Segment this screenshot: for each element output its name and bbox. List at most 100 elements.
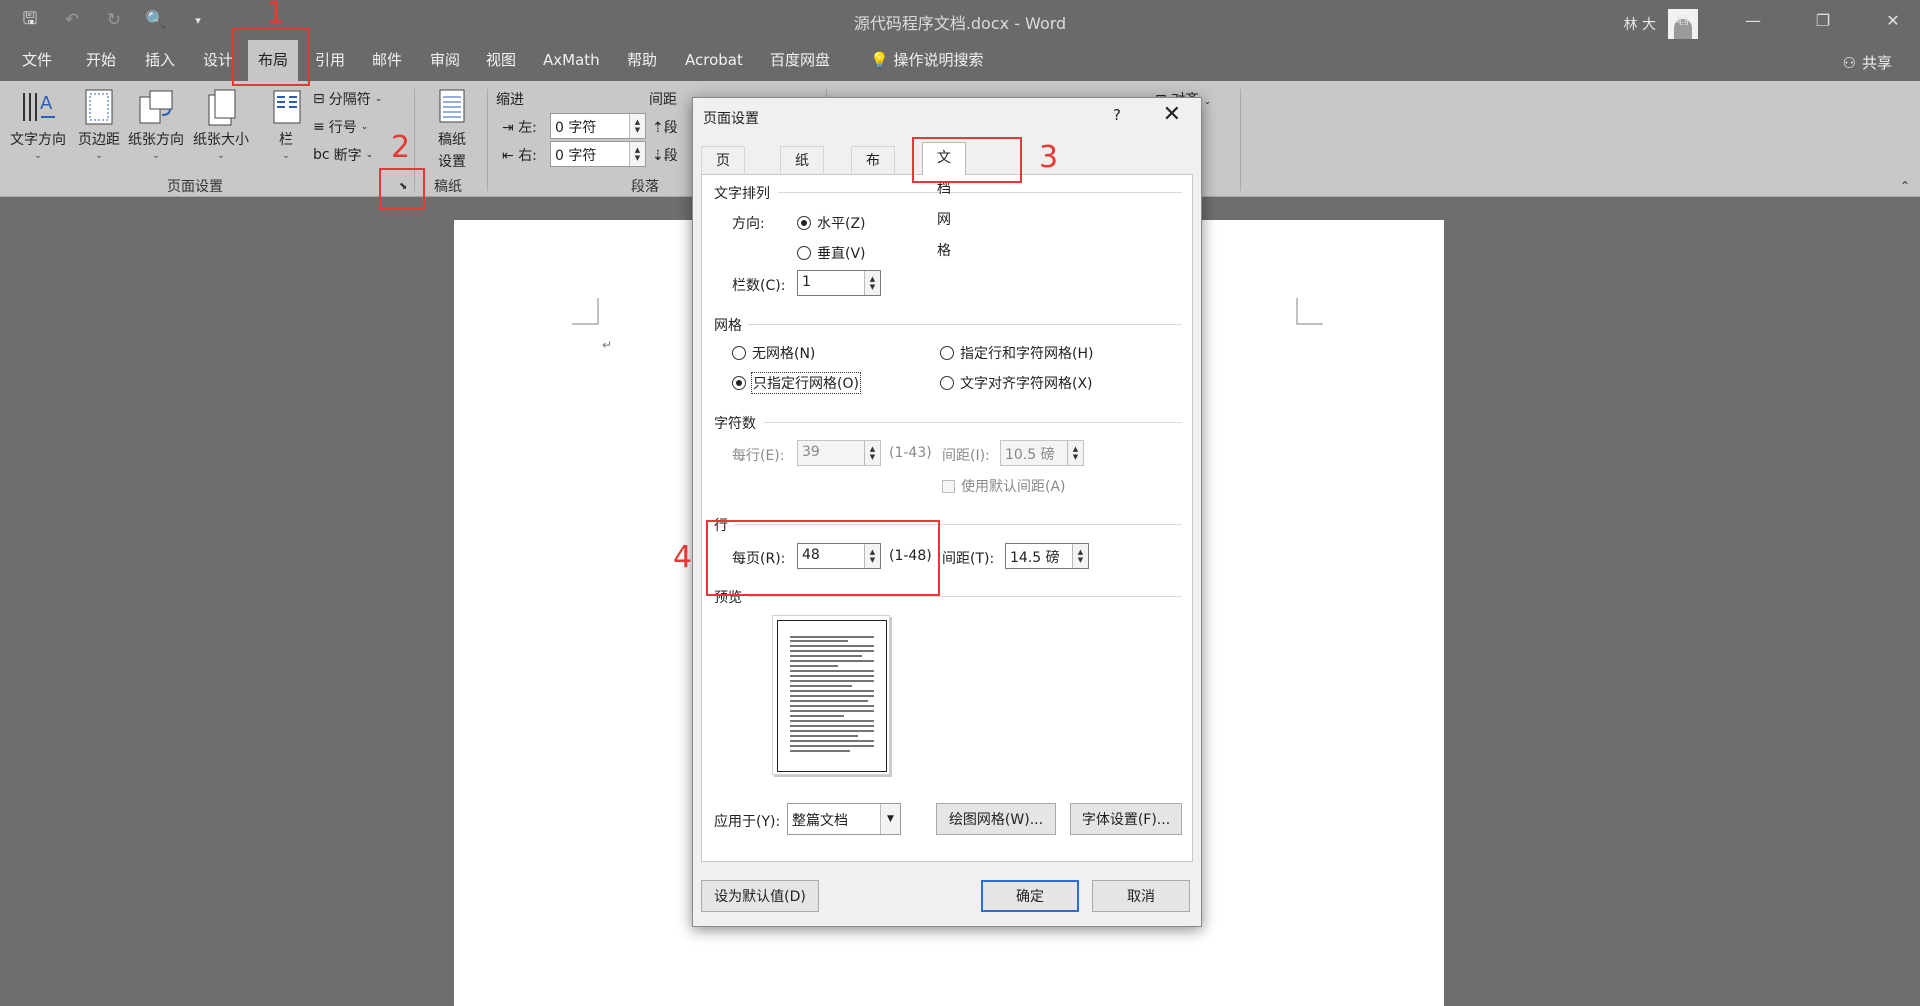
char-pitch-input[interactable]: 10.5 磅 ▲ ▼ xyxy=(1000,440,1084,466)
tab-layout-dialog[interactable]: 布局 xyxy=(851,146,895,197)
tab-acrobat[interactable]: Acrobat xyxy=(675,40,753,81)
chars-per-line-spinner[interactable]: ▲ ▼ xyxy=(864,441,880,465)
columns-count-spinner[interactable]: ▲ ▼ xyxy=(864,271,880,295)
annotation-number-3: 3 xyxy=(1039,140,1059,175)
indent-right-input[interactable]: 0 字符 ▲ ▼ xyxy=(550,141,646,167)
draft-paper-label-1: 稿纸 xyxy=(438,132,466,148)
margins-button[interactable]: 页边距 ⌄ xyxy=(78,87,120,161)
tell-me-search[interactable]: 💡 操作说明搜索 xyxy=(860,40,993,81)
direction-label: 方向: xyxy=(732,216,765,232)
draft-paper-button[interactable]: 稿纸 设置 xyxy=(432,87,472,171)
tab-paper[interactable]: 纸张 xyxy=(780,146,824,197)
tab-references[interactable]: 引用 xyxy=(305,40,355,81)
use-default-pitch-label: 使用默认间距(A) xyxy=(961,479,1066,495)
direction-vertical-radio[interactable]: 垂直(V) xyxy=(797,243,866,263)
chars-per-line-input[interactable]: 39 ▲ ▼ xyxy=(797,440,881,466)
radio-selected-icon xyxy=(797,216,811,230)
tab-review[interactable]: 审阅 xyxy=(420,40,470,81)
divider xyxy=(764,422,1182,423)
tab-home[interactable]: 开始 xyxy=(76,40,126,81)
spacing-before-label[interactable]: ⇡段 xyxy=(652,117,678,137)
collapse-ribbon-icon[interactable]: ⌃ xyxy=(1900,179,1910,193)
breaks-label: 分隔符 xyxy=(328,92,371,108)
tab-view[interactable]: 视图 xyxy=(476,40,526,81)
tab-margins[interactable]: 页边距 xyxy=(701,146,745,225)
draw-grid-button[interactable]: 绘图网格(W)... xyxy=(936,803,1056,835)
text-direction-button[interactable]: A 文字方向 ⌄ xyxy=(10,87,66,161)
group-draft-label: 稿纸 xyxy=(434,179,462,195)
margins-icon xyxy=(79,87,119,127)
orientation-button[interactable]: 纸张方向 ⌄ xyxy=(128,87,184,161)
char-pitch-label: 间距(I): xyxy=(942,448,990,464)
tab-axmath[interactable]: AxMath xyxy=(533,40,610,81)
set-default-button[interactable]: 设为默认值(D) xyxy=(701,880,819,912)
dialog-title: 页面设置 xyxy=(703,111,759,127)
columns-count-input[interactable]: 1 ▲ ▼ xyxy=(797,270,881,296)
share-button[interactable]: ⚇ 共享 xyxy=(1843,52,1892,73)
spacing-before-icon: ⇡ xyxy=(652,120,664,136)
line-pitch-input[interactable]: 14.5 磅 ▲ ▼ xyxy=(1005,543,1089,569)
ok-button[interactable]: 确定 xyxy=(981,880,1079,912)
hyphenation-button[interactable]: bc 断字 ⌄ xyxy=(313,145,373,165)
tab-file[interactable]: 文件 xyxy=(12,40,62,81)
restore-icon[interactable]: ❐ xyxy=(1802,6,1844,34)
spacing-before-text: 段 xyxy=(663,120,678,136)
person-icon: ⚇ xyxy=(1842,53,1856,72)
line-pitch-spinner[interactable]: ▲ ▼ xyxy=(1072,544,1088,568)
page-preview xyxy=(772,615,890,775)
chars-per-line-label: 每行(E): xyxy=(732,448,785,464)
divider xyxy=(778,192,1182,193)
divider xyxy=(748,596,1182,597)
char-pitch-spinner[interactable]: ▲ ▼ xyxy=(1067,441,1083,465)
snap-to-chars-label: 文字对齐字符网格(X) xyxy=(960,376,1093,392)
close-icon[interactable]: ✕ xyxy=(1163,102,1181,127)
close-window-icon[interactable]: ✕ xyxy=(1872,6,1914,34)
margin-corner-mark xyxy=(1296,298,1323,325)
breaks-button[interactable]: ⊟ 分隔符 ⌄ xyxy=(313,89,382,109)
radio-icon xyxy=(797,246,811,260)
no-grid-radio[interactable]: 无网格(N) xyxy=(732,343,815,363)
tab-baidu-netdisk[interactable]: 百度网盘 xyxy=(760,40,840,81)
tab-help[interactable]: 帮助 xyxy=(617,40,667,81)
paragraph-mark-icon: ↵ xyxy=(602,338,613,352)
line-numbers-button[interactable]: ≡ 行号 ⌄ xyxy=(313,117,368,137)
grid-header: 网格 xyxy=(714,318,742,334)
preview-lines xyxy=(790,636,874,752)
chars-per-line-value: 39 xyxy=(802,444,820,460)
annotation-number-1: 1 xyxy=(266,0,286,31)
snap-to-chars-radio[interactable]: 文字对齐字符网格(X) xyxy=(940,373,1093,393)
annotation-box-3 xyxy=(912,137,1022,183)
columns-icon xyxy=(266,87,306,127)
annotation-box-2 xyxy=(379,168,425,210)
paper-size-icon xyxy=(201,87,241,127)
annotation-box-4 xyxy=(706,520,940,596)
margin-corner-mark xyxy=(572,298,599,325)
minimize-icon[interactable]: — xyxy=(1732,6,1774,34)
line-and-char-grid-radio[interactable]: 指定行和字符网格(H) xyxy=(940,343,1093,363)
help-icon[interactable]: ? xyxy=(1113,106,1121,124)
spacing-after-label[interactable]: ⇣段 xyxy=(652,145,678,165)
indent-left-input[interactable]: 0 字符 ▲ ▼ xyxy=(550,113,646,139)
radio-selected-icon xyxy=(732,376,746,390)
use-default-pitch-checkbox[interactable]: 使用默认间距(A) xyxy=(942,476,1066,496)
indent-right-spinner[interactable]: ▲ ▼ xyxy=(629,142,645,166)
lines-only-grid-radio[interactable]: 只指定行网格(O) xyxy=(732,372,861,394)
lines-only-grid-label: 只指定行网格(O) xyxy=(751,372,861,394)
apply-to-select[interactable]: 整篇文档 ▼ xyxy=(787,803,901,835)
text-direction-icon: A xyxy=(18,87,58,127)
columns-label: 栏 xyxy=(279,132,293,148)
direction-horizontal-radio[interactable]: 水平(Z) xyxy=(797,213,866,233)
size-button[interactable]: 纸张大小 ⌄ xyxy=(193,87,249,161)
indent-left-spinner[interactable]: ▲ ▼ xyxy=(629,114,645,138)
apply-to-label: 应用于(Y): xyxy=(714,814,781,830)
tab-insert[interactable]: 插入 xyxy=(135,40,185,81)
chevron-down-icon: ▼ xyxy=(880,804,900,834)
line-numbers-label: 行号 xyxy=(328,120,357,136)
line-pitch-label: 间距(T): xyxy=(942,551,995,567)
ribbon-display-options-icon[interactable]: ⧉ xyxy=(1662,6,1704,34)
indent-left-label: ⇥ 左: xyxy=(502,117,537,137)
columns-button[interactable]: 栏 ⌄ xyxy=(266,87,306,161)
font-settings-button[interactable]: 字体设置(F)... xyxy=(1070,803,1182,835)
tab-mailings[interactable]: 邮件 xyxy=(362,40,412,81)
cancel-button[interactable]: 取消 xyxy=(1092,880,1190,912)
